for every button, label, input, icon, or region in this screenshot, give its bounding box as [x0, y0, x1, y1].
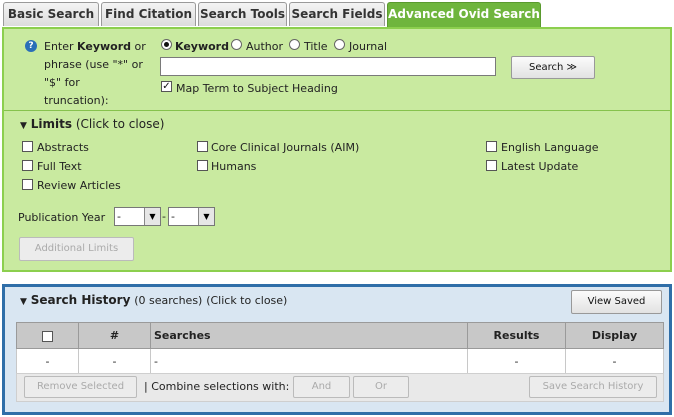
search-input[interactable] [160, 57, 496, 76]
search-count: (0 searches) [134, 294, 203, 307]
limits-hint: (Click to close) [75, 117, 165, 131]
radio-keyword[interactable] [161, 39, 172, 50]
search-prompt-line2: phrase (use "*" or [44, 58, 143, 71]
search-history-title: Search History [30, 293, 131, 307]
limit-english-checkbox[interactable] [486, 141, 497, 152]
tab-basic-search[interactable]: Basic Search [3, 2, 99, 26]
collapse-triangle-icon: ▼ [20, 121, 27, 131]
tab-advanced-ovid-search[interactable]: Advanced Ovid Search [387, 2, 541, 28]
advanced-search-panel: ? Enter Keyword or phrase (use "*" or "$… [2, 27, 672, 272]
search-prompt: Enter Keyword or [44, 40, 146, 53]
view-saved-button[interactable]: View Saved [571, 290, 662, 314]
radio-journal-label: Journal [349, 40, 388, 53]
divider [4, 110, 670, 111]
column-num: # [78, 322, 151, 349]
prompt-prefix: Enter [44, 40, 78, 53]
limit-humans-checkbox[interactable] [197, 160, 208, 171]
year-from-value: - [117, 210, 121, 223]
tab-search-tools[interactable]: Search Tools [198, 2, 287, 26]
column-searches: Searches [150, 322, 468, 349]
limit-core-clinical-label: Core Clinical Journals (AIM) [211, 141, 360, 154]
collapse-triangle-icon: ▼ [20, 297, 27, 307]
radio-journal[interactable] [334, 39, 345, 50]
or-button[interactable]: Or [353, 376, 409, 398]
row-searches: - [150, 348, 468, 374]
column-display: Display [565, 322, 664, 349]
limit-humans-label: Humans [211, 160, 257, 173]
select-all-checkbox[interactable] [42, 330, 53, 342]
limit-full-text-checkbox[interactable] [22, 160, 33, 171]
year-to-value: - [171, 210, 175, 223]
year-to-select[interactable]: - ▼ [168, 207, 215, 226]
radio-author[interactable] [231, 39, 242, 50]
map-term-checkbox[interactable]: ✓ [161, 81, 172, 92]
tab-find-citation[interactable]: Find Citation [101, 2, 196, 26]
search-history-table: # Searches Results Display - - - - - [16, 322, 664, 374]
dropdown-arrow-icon: ▼ [144, 208, 160, 225]
radio-keyword-label: Keyword [175, 40, 229, 53]
tab-search-fields[interactable]: Search Fields [289, 2, 385, 26]
combine-label: | Combine selections with: [144, 380, 290, 393]
save-search-history-button[interactable]: Save Search History [529, 376, 657, 398]
limit-abstracts-label: Abstracts [37, 141, 89, 154]
prompt-keyword: Keyword [77, 40, 132, 53]
limit-latest-update-label: Latest Update [501, 160, 579, 173]
limit-review-articles-label: Review Articles [37, 179, 121, 192]
limit-core-clinical-checkbox[interactable] [197, 141, 208, 152]
radio-author-label: Author [246, 40, 284, 53]
year-range-dash: - [162, 210, 166, 223]
map-term-label: Map Term to Subject Heading [176, 82, 338, 95]
limit-review-articles-checkbox[interactable] [22, 179, 33, 190]
select-all-header [16, 322, 79, 349]
row-select: - [16, 348, 79, 374]
year-from-select[interactable]: - ▼ [114, 207, 161, 226]
limits-header[interactable]: ▼ Limits (Click to close) [20, 117, 164, 131]
publication-year-label: Publication Year [18, 211, 106, 224]
column-results: Results [467, 322, 566, 349]
and-button[interactable]: And [293, 376, 350, 398]
search-prompt-line3: "$" for [44, 76, 80, 89]
limit-latest-update-checkbox[interactable] [486, 160, 497, 171]
limit-full-text-label: Full Text [37, 160, 82, 173]
radio-title-label: Title [304, 40, 328, 53]
limit-abstracts-checkbox[interactable] [22, 141, 33, 152]
dropdown-arrow-icon: ▼ [198, 208, 214, 225]
table-header-row: # Searches Results Display [16, 322, 664, 349]
additional-limits-button[interactable]: Additional Limits [19, 237, 134, 261]
search-prompt-line4: truncation): [44, 94, 109, 107]
history-toolbar: Remove Selected | Combine selections wit… [16, 373, 664, 402]
row-num: - [78, 348, 151, 374]
limit-english-label: English Language [501, 141, 599, 154]
remove-selected-button[interactable]: Remove Selected [24, 376, 137, 398]
search-history-panel: ▼ Search History (0 searches) (Click to … [2, 284, 672, 415]
limits-title: Limits [30, 117, 73, 131]
radio-title[interactable] [289, 39, 300, 50]
search-history-hint: (Click to close) [206, 294, 288, 307]
table-row: - - - - - [16, 348, 664, 374]
search-history-header[interactable]: ▼ Search History (0 searches) (Click to … [20, 293, 287, 307]
help-icon[interactable]: ? [25, 40, 37, 52]
row-display: - [565, 348, 664, 374]
row-results: - [467, 348, 566, 374]
search-button[interactable]: Search ≫ [511, 56, 595, 79]
prompt-suffix: or [131, 40, 146, 53]
